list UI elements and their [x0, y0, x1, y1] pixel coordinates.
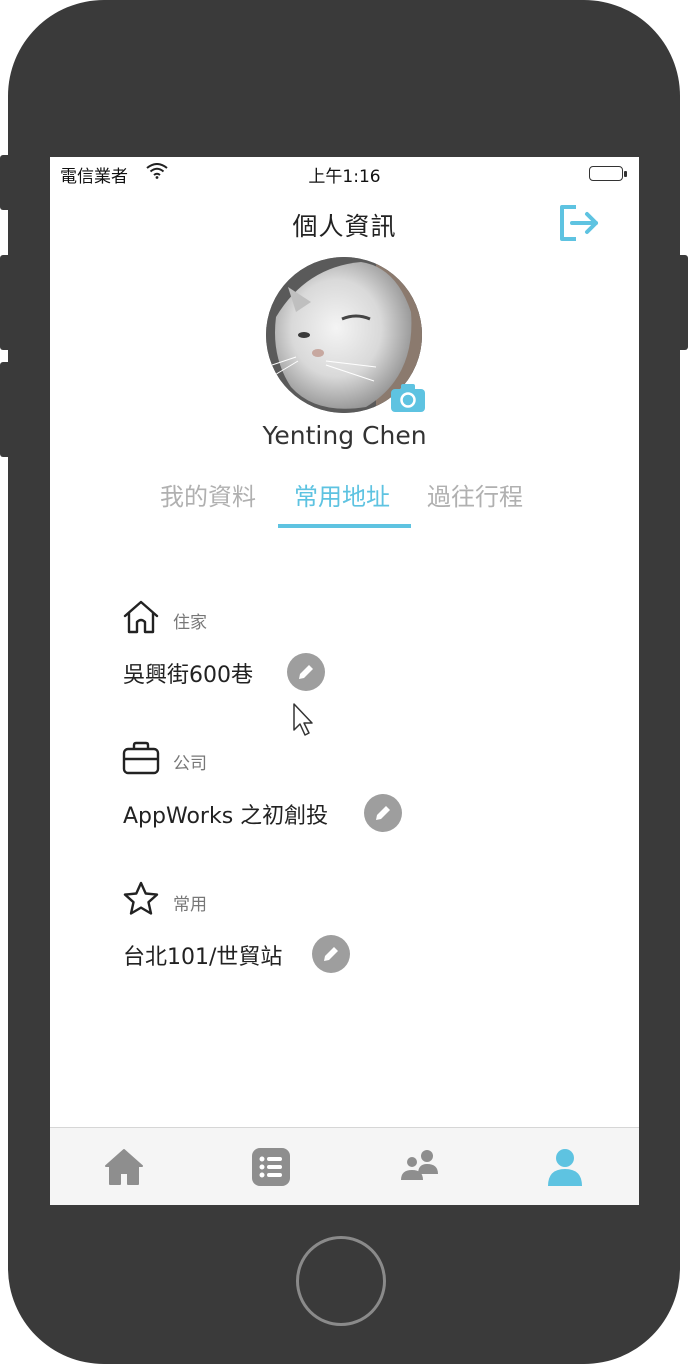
office-address-label: 公司 [173, 754, 207, 774]
camera-icon[interactable] [390, 383, 426, 413]
home-address-label: 住家 [173, 613, 207, 633]
pencil-icon [299, 665, 313, 679]
bottom-tab-bar [50, 1127, 639, 1205]
edit-home-address-button[interactable] [287, 653, 325, 691]
status-time: 上午1:16 [308, 167, 381, 187]
frequent-address-value: 台北101/世貿站 [123, 945, 283, 970]
power-button [678, 255, 688, 350]
volume-down-button [0, 362, 10, 457]
home-address-value: 吳興街600巷 [123, 663, 253, 688]
tabbar-home-icon[interactable] [103, 1146, 145, 1188]
pencil-icon [324, 947, 338, 961]
tab-past-trips[interactable]: 過往行程 [427, 477, 523, 512]
app-screen: 電信業者 上午1:16 個人資訊 Yenting Chen 我的資料 常用地址 … [50, 157, 639, 1205]
volume-up-button [0, 255, 10, 350]
tab-my-info[interactable]: 我的資料 [160, 477, 256, 512]
pencil-icon [376, 806, 390, 820]
mute-switch [0, 155, 10, 210]
office-address-value: AppWorks 之初創投 [123, 804, 329, 829]
briefcase-icon [122, 739, 160, 777]
status-bar: 電信業者 上午1:16 [50, 157, 639, 189]
user-name: Yenting Chen [262, 421, 427, 450]
tabbar-profile-icon[interactable] [544, 1146, 586, 1188]
frequent-address-label: 常用 [173, 895, 207, 915]
star-outline-icon [122, 880, 160, 918]
home-outline-icon [122, 598, 160, 636]
home-button[interactable] [296, 1236, 386, 1326]
page-title: 個人資訊 [292, 212, 397, 241]
mouse-cursor-icon [292, 702, 316, 742]
logout-icon[interactable] [556, 201, 602, 245]
battery-icon [589, 166, 627, 181]
edit-frequent-address-button[interactable] [312, 935, 350, 973]
active-tab-indicator [278, 524, 411, 528]
tab-saved-addresses[interactable]: 常用地址 [294, 477, 390, 512]
edit-office-address-button[interactable] [364, 794, 402, 832]
tabbar-list-icon[interactable] [250, 1146, 292, 1188]
tabbar-group-icon[interactable] [398, 1146, 440, 1188]
